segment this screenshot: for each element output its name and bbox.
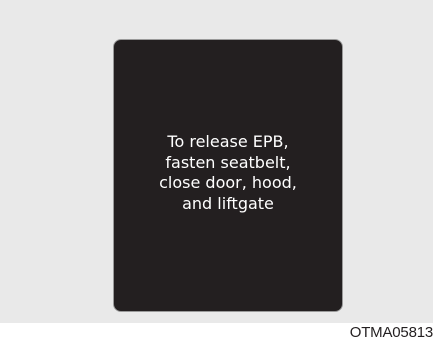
illustration-panel: To release EPB, fasten seatbelt, close d…	[0, 0, 433, 323]
epb-warning-message: To release EPB, fasten seatbelt, close d…	[114, 132, 342, 214]
message-line: and liftgate	[182, 193, 274, 213]
cluster-display: To release EPB, fasten seatbelt, close d…	[113, 39, 343, 312]
message-line: close door, hood,	[159, 173, 297, 192]
figure-code: OTMA05813	[349, 324, 433, 341]
message-line: To release EPB,	[167, 132, 289, 151]
message-line: fasten seatbelt,	[165, 152, 291, 172]
